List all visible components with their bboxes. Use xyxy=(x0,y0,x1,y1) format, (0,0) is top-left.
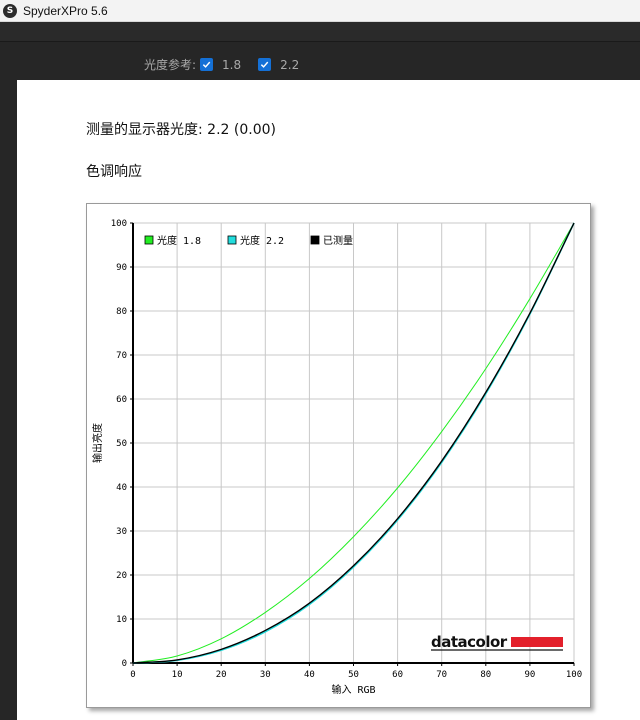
legend-swatch xyxy=(227,235,237,245)
datacolor-logo-bar xyxy=(511,637,563,647)
legend-item-3: 已测量 xyxy=(310,234,353,247)
gamma-reference-row: 光度参考: 1.8 2.2 xyxy=(144,56,316,73)
x-tick-label: 0 xyxy=(130,670,135,680)
gamma-1-8-label: 1.8 xyxy=(222,57,242,72)
y-tick-label: 60 xyxy=(116,395,127,405)
y-tick-label: 80 xyxy=(116,307,127,317)
x-tick-label: 20 xyxy=(216,670,227,680)
left-margin-bar xyxy=(0,80,17,720)
x-tick-label: 80 xyxy=(480,670,491,680)
x-axis-title: 输入 RGB xyxy=(331,683,375,696)
datacolor-logo-text: datacolor xyxy=(431,633,508,651)
y-tick-label: 30 xyxy=(116,527,127,537)
measured-gamma-text: 测量的显示器光度: 2.2 (0.00) xyxy=(86,122,276,138)
check-icon xyxy=(260,61,269,68)
y-tick-label: 100 xyxy=(111,219,127,229)
x-tick-label: 30 xyxy=(260,670,271,680)
gamma-1-8-checkbox[interactable] xyxy=(200,58,214,71)
legend-item-2: 光度 2.2 xyxy=(227,234,284,247)
legend-label: 光度 1.8 xyxy=(157,234,201,247)
menu-strip xyxy=(0,22,640,42)
tone-response-title: 色调响应 xyxy=(86,164,142,180)
app-logo-icon: S xyxy=(3,3,17,18)
legend-swatch xyxy=(144,235,154,245)
gamma-reference-label: 光度参考: xyxy=(144,58,197,72)
x-tick-label: 90 xyxy=(524,670,535,680)
chart-canvas: 0 10 20 30 40 50 60 70 80 90 100 0 10 20 30 40 50 60 70 80 9… xyxy=(91,219,582,696)
x-tick-label: 40 xyxy=(304,670,315,680)
title-bar: S SpyderXPro 5.6 xyxy=(0,0,640,22)
y-tick-label: 90 xyxy=(116,263,127,273)
x-tick-label: 70 xyxy=(436,670,447,680)
y-tick-label: 10 xyxy=(116,615,127,625)
y-tick-label: 40 xyxy=(116,483,127,493)
x-tick-label: 50 xyxy=(348,670,359,680)
x-tick-label: 60 xyxy=(392,670,403,680)
y-tick-label: 0 xyxy=(122,659,127,669)
legend-swatch xyxy=(310,235,320,245)
legend-item-1: 光度 1.8 xyxy=(144,234,201,247)
tone-response-chart: 0 10 20 30 40 50 60 70 80 90 100 0 10 20 30 40 50 60 70 80 9… xyxy=(86,203,591,708)
legend-label: 光度 2.2 xyxy=(240,234,284,247)
y-axis-title: 输出亮度 xyxy=(91,423,104,463)
legend-label: 已测量 xyxy=(323,234,353,247)
y-tick-label: 50 xyxy=(116,439,127,449)
y-tick-label: 20 xyxy=(116,571,127,581)
toolbar xyxy=(0,42,640,80)
y-tick-label: 70 xyxy=(116,351,127,361)
check-icon xyxy=(202,61,211,68)
x-tick-label: 10 xyxy=(172,670,183,680)
datacolor-logo: datacolor xyxy=(431,633,563,651)
x-tick-label: 100 xyxy=(566,670,582,680)
gamma-2-2-checkbox[interactable] xyxy=(258,58,272,71)
window-title: SpyderXPro 5.6 xyxy=(23,3,108,18)
gamma-2-2-label: 2.2 xyxy=(280,57,300,72)
